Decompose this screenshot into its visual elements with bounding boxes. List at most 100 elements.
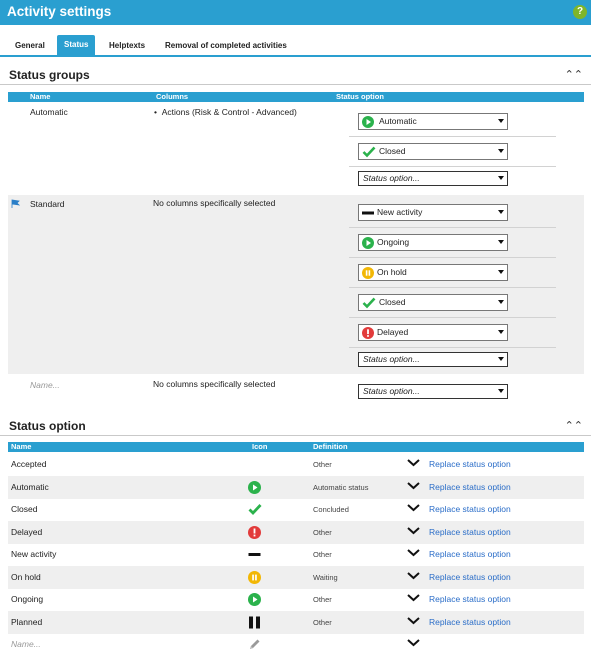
chevron-down-icon [498, 389, 504, 393]
divider [349, 287, 556, 288]
option-definition: Other [313, 550, 332, 559]
select-placeholder: Status option... [363, 386, 420, 396]
table-row: Delayed Other Replace status option [8, 521, 584, 544]
group-name-input[interactable]: Name... [30, 380, 60, 390]
status-option-select[interactable]: Status option... [358, 384, 508, 399]
chevron-down-icon [498, 176, 504, 180]
dash-icon [248, 553, 261, 556]
option-name: Accepted [11, 459, 47, 469]
option-definition: Automatic status [313, 483, 369, 492]
column-header-name: Name [11, 442, 32, 451]
status-option-select[interactable]: Delayed [358, 324, 508, 341]
exclamation-icon [362, 327, 374, 339]
option-name: Delayed [11, 527, 43, 537]
section-title: Status groups [9, 68, 90, 82]
option-name: Planned [11, 617, 43, 627]
option-name: Automatic [11, 482, 49, 492]
table-header: Name Columns Status option [8, 92, 584, 102]
option-definition: Other [313, 595, 332, 604]
select-placeholder: Status option... [363, 173, 420, 183]
replace-status-link[interactable]: Replace status option [429, 504, 511, 514]
select-value: Delayed [377, 327, 409, 337]
exclamation-icon [248, 526, 261, 539]
columns-text: No columns specifically selected [153, 198, 276, 208]
column-name: Actions (Risk & Control - Advanced) [161, 107, 297, 117]
replace-status-link[interactable]: Replace status option [429, 459, 511, 469]
status-option-select[interactable]: On hold [358, 264, 508, 281]
check-icon [362, 146, 376, 158]
column-list-item: • Actions (Risk & Control - Advanced) [154, 107, 297, 117]
option-name: Ongoing [11, 594, 44, 604]
chevron-down-icon [498, 270, 504, 274]
replace-status-link[interactable]: Replace status option [429, 617, 511, 627]
chevron-down-icon [498, 357, 504, 361]
divider [349, 257, 556, 258]
column-header-option: Status option [336, 92, 384, 101]
flag-icon [11, 199, 20, 208]
tab-removal[interactable]: Removal of completed activities [158, 36, 294, 57]
chevron-down-icon[interactable] [407, 593, 420, 602]
play-icon [248, 481, 261, 494]
pause-icon [362, 267, 374, 279]
play-icon [248, 593, 261, 606]
select-value: On hold [377, 267, 407, 277]
table-row: Automatic Automatic status Replace statu… [8, 476, 584, 499]
chevron-down-icon[interactable] [407, 503, 420, 512]
tab-helptexts[interactable]: Helptexts [102, 36, 152, 57]
collapse-icon[interactable]: ⌃⌃ [565, 419, 583, 432]
replace-status-link[interactable]: Replace status option [429, 482, 511, 492]
pause-icon [249, 616, 260, 629]
table-row: Accepted Other Replace status option [8, 453, 584, 476]
check-icon [362, 297, 376, 309]
play-icon [362, 116, 374, 128]
divider [349, 347, 556, 348]
status-option-select[interactable]: Ongoing [358, 234, 508, 251]
status-option-select[interactable]: Closed [358, 143, 508, 160]
chevron-down-icon[interactable] [407, 526, 420, 535]
chevron-down-icon[interactable] [407, 481, 420, 490]
replace-status-link[interactable]: Replace status option [429, 549, 511, 559]
replace-status-link[interactable]: Replace status option [429, 572, 511, 582]
option-name-input[interactable]: Name... [11, 639, 41, 649]
column-header-icon: Icon [252, 442, 268, 451]
chevron-down-icon[interactable] [407, 616, 420, 625]
pause-icon [248, 571, 261, 584]
group-name: Standard [30, 199, 65, 209]
tab-general[interactable]: General [8, 36, 52, 57]
chevron-down-icon [498, 210, 504, 214]
select-value: Automatic [379, 116, 417, 126]
replace-status-link[interactable]: Replace status option [429, 594, 511, 604]
column-header-definition: Definition [313, 442, 348, 451]
option-name: Closed [11, 504, 38, 514]
replace-status-link[interactable]: Replace status option [429, 527, 511, 537]
chevron-down-icon [498, 149, 504, 153]
chevron-down-icon [498, 240, 504, 244]
chevron-down-icon[interactable] [407, 571, 420, 580]
chevron-down-icon[interactable] [407, 548, 420, 557]
status-option-select[interactable]: Status option... [358, 171, 508, 186]
table-row: Closed Concluded Replace status option [8, 498, 584, 521]
collapse-icon[interactable]: ⌃⌃ [565, 68, 583, 81]
status-option-select[interactable]: New activity [358, 204, 508, 221]
table-row: Planned Other Replace status option [8, 611, 584, 634]
chevron-down-icon[interactable] [407, 458, 420, 467]
chevron-down-icon[interactable] [407, 638, 420, 647]
option-definition: Other [313, 528, 332, 537]
dash-icon [362, 211, 374, 215]
table-row-new: Name... [8, 633, 584, 656]
help-icon[interactable]: ? [573, 5, 587, 19]
status-option-select[interactable]: Status option... [358, 352, 508, 367]
table-row: Ongoing Other Replace status option [8, 588, 584, 611]
select-value: Ongoing [377, 237, 410, 247]
section-title: Status option [9, 419, 86, 433]
status-option-header: Status option ⌃⌃ [0, 416, 591, 436]
tab-status[interactable]: Status [57, 35, 96, 56]
option-name: On hold [11, 572, 41, 582]
option-definition: Waiting [313, 573, 338, 582]
status-option-select[interactable]: Automatic [358, 113, 508, 130]
status-option-select[interactable]: Closed [358, 294, 508, 311]
table-row: New activity Other Replace status option [8, 543, 584, 566]
pencil-icon[interactable] [248, 638, 261, 651]
tab-bar: General Status Helptexts Removal of comp… [0, 25, 591, 57]
table-row: On hold Waiting Replace status option [8, 566, 584, 589]
